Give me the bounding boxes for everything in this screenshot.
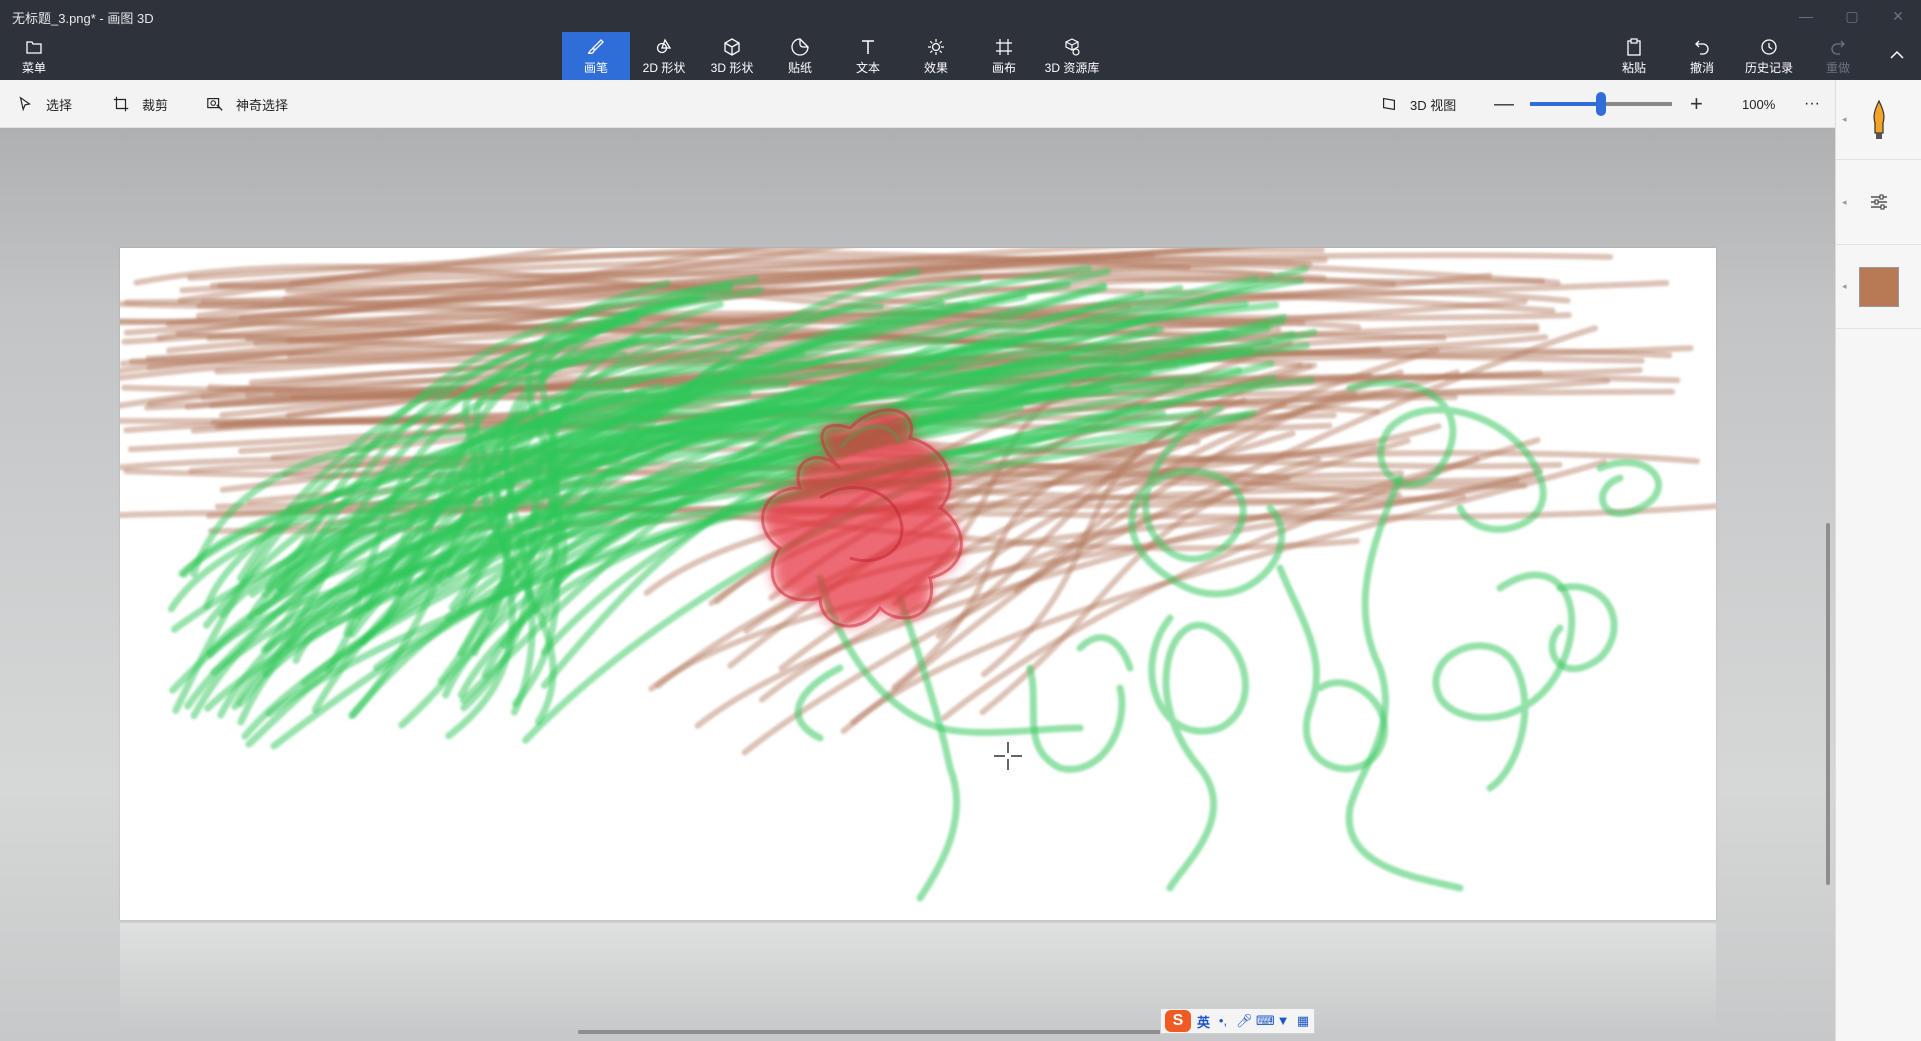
- undo-label: 撤消: [1689, 60, 1714, 75]
- undo-button[interactable]: 撤消: [1676, 32, 1728, 80]
- tab-effects[interactable]: 效果: [902, 32, 970, 80]
- title-ribbon-bar: 无标题_3.png* - 画图 3D — ▢ ✕ 菜单 画笔 2D 形状 3D …: [0, 0, 1921, 80]
- canvas-drawing: [120, 248, 1716, 902]
- side-tool-section[interactable]: ◂: [1836, 80, 1921, 160]
- crosshair-cursor: [994, 742, 1022, 770]
- tool-options-bar: 选择 裁剪 神奇选择 3D 视图 — + 100% ···: [0, 80, 1835, 128]
- window-controls: — ▢ ✕: [1783, 0, 1921, 32]
- sliders-icon: [1871, 194, 1887, 210]
- microphone-icon[interactable]: 🎤︎: [1236, 1014, 1253, 1028]
- cursor-icon: [19, 96, 31, 112]
- select-label: 选择: [46, 97, 73, 113]
- tab-text[interactable]: 文本: [834, 32, 902, 80]
- canvas-icon: [996, 38, 1012, 55]
- brush-icon: [587, 38, 604, 54]
- tab-2d-shapes[interactable]: 2D 形状: [630, 32, 698, 80]
- select-tool[interactable]: 选择: [16, 80, 72, 128]
- cube-icon: [724, 37, 740, 56]
- canvas-reflection: [120, 923, 1716, 1033]
- color-section[interactable]: ◂: [1836, 245, 1921, 329]
- zoom-out-button[interactable]: —: [1494, 80, 1514, 128]
- window-title: 无标题_3.png* - 画图 3D: [12, 11, 154, 26]
- zoom-slider-thumb[interactable]: [1596, 92, 1606, 116]
- tab-label: 2D 形状: [642, 60, 686, 75]
- redo-button[interactable]: 重做: [1812, 32, 1864, 80]
- paste-label: 粘贴: [1621, 60, 1646, 75]
- drawing-canvas[interactable]: [120, 248, 1716, 920]
- history-icon: [1761, 38, 1777, 55]
- magic-select-icon: [207, 98, 223, 111]
- punctuation-icon[interactable]: •,: [1216, 1014, 1230, 1028]
- color-swatch[interactable]: [1859, 266, 1899, 307]
- zoom-slider[interactable]: [1530, 92, 1672, 116]
- zoom-percent[interactable]: 100%: [1742, 80, 1775, 128]
- chevron-up-icon: [1890, 50, 1904, 59]
- canvas-workspace: [0, 128, 1835, 1041]
- marker-icon: [1873, 99, 1885, 139]
- keyboard-icon[interactable]: ⌨: [1256, 1014, 1275, 1028]
- view-3d-label: 3D 视图: [1410, 97, 1457, 113]
- collapse-ribbon-button[interactable]: [1880, 32, 1914, 80]
- tab-label: 效果: [923, 60, 948, 75]
- chevron-left-icon: ◂: [1842, 114, 1847, 124]
- ime-lang-toggle[interactable]: 英: [1197, 1012, 1210, 1031]
- shapes-2d-icon: [656, 38, 672, 53]
- tab-canvas[interactable]: 画布: [970, 32, 1038, 80]
- tab-brushes[interactable]: 画笔: [562, 32, 630, 80]
- tab-label: 3D 资源库: [1044, 60, 1100, 75]
- skin-icon[interactable]: ▼: [1276, 1014, 1290, 1028]
- crop-icon: [113, 96, 129, 112]
- zoom-in-button[interactable]: +: [1690, 80, 1703, 128]
- chevron-left-icon: ◂: [1842, 281, 1847, 291]
- undo-icon: [1695, 40, 1709, 55]
- tab-label: 画布: [991, 60, 1016, 75]
- tab-label: 贴纸: [787, 60, 812, 75]
- maximize-button[interactable]: ▢: [1829, 0, 1875, 32]
- library-icon: [1065, 37, 1080, 56]
- view-3d-icon: [1383, 97, 1395, 111]
- text-icon: [862, 39, 874, 54]
- paste-button[interactable]: 粘贴: [1608, 32, 1660, 80]
- menu-label: 菜单: [21, 60, 46, 75]
- tab-3d-shapes[interactable]: 3D 形状: [698, 32, 766, 80]
- clipboard-icon: [1627, 37, 1641, 56]
- toolbox-icon[interactable]: ▦: [1296, 1014, 1310, 1028]
- sticker-icon: [791, 37, 809, 56]
- crop-tool[interactable]: 裁剪: [112, 80, 168, 128]
- sun-icon: [928, 38, 944, 55]
- horizontal-scrollbar[interactable]: [578, 1030, 1166, 1034]
- crop-label: 裁剪: [142, 97, 169, 113]
- ime-toolbar[interactable]: S 英 •, 🎤︎ ⌨ ▼ ▦: [1160, 1008, 1316, 1034]
- magic-select-tool[interactable]: 神奇选择: [206, 80, 288, 128]
- ime-logo[interactable]: S: [1165, 1010, 1191, 1032]
- vertical-scrollbar[interactable]: [1826, 523, 1830, 885]
- history-button[interactable]: 历史记录: [1740, 32, 1798, 80]
- redo-icon: [1831, 40, 1845, 55]
- tab-stickers[interactable]: 贴纸: [766, 32, 834, 80]
- tab-label: 3D 形状: [710, 60, 754, 75]
- brush-settings-section[interactable]: ◂: [1836, 160, 1921, 245]
- tab-label: 文本: [855, 60, 880, 75]
- more-options-button[interactable]: ···: [1804, 80, 1820, 128]
- magic-select-label: 神奇选择: [236, 97, 289, 113]
- history-label: 历史记录: [1744, 60, 1793, 75]
- folder-icon: [26, 40, 42, 54]
- view-3d-toggle[interactable]: 3D 视图: [1380, 80, 1456, 128]
- zoom-slider-fill: [1530, 102, 1601, 106]
- side-panel: ◂ ◂ ◂: [1835, 80, 1921, 1041]
- tab-3d-library[interactable]: 3D 资源库: [1038, 32, 1106, 80]
- minimize-button[interactable]: —: [1783, 0, 1829, 32]
- tab-label: 画笔: [583, 60, 608, 75]
- close-button[interactable]: ✕: [1875, 0, 1921, 32]
- chevron-left-icon: ◂: [1842, 196, 1847, 207]
- menu-button[interactable]: 菜单: [12, 32, 56, 80]
- redo-label: 重做: [1825, 60, 1850, 75]
